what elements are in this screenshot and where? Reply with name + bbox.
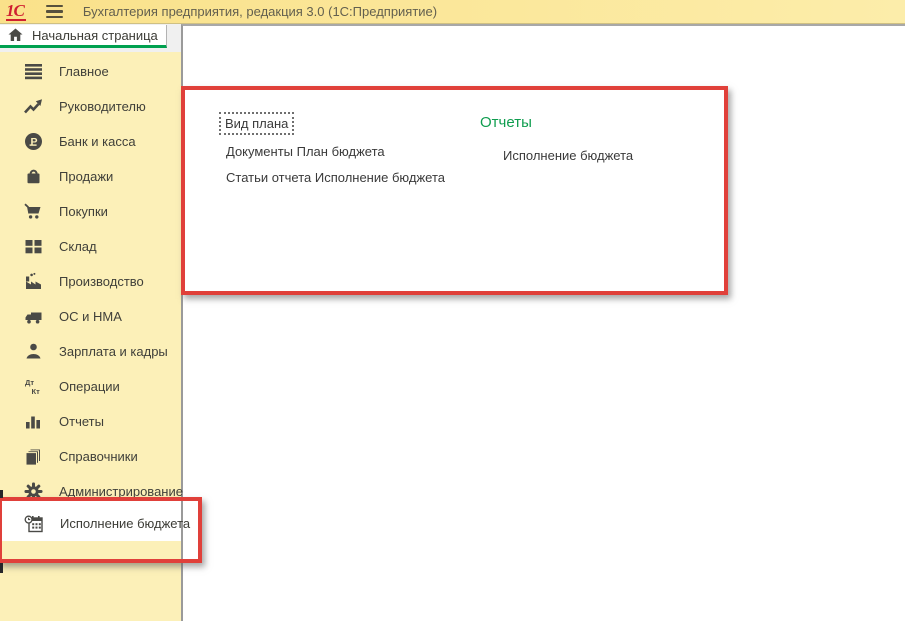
sidebar-item-label: Покупки	[59, 204, 108, 219]
reports-section-title: Отчеты	[480, 114, 532, 131]
sidebar-item-label: Справочники	[59, 449, 138, 464]
menu-lines-icon	[25, 64, 42, 80]
sidebar-item-label: Продажи	[59, 169, 114, 184]
sidebar-item-spravochniki[interactable]: Справочники	[0, 439, 181, 474]
sidebar-item-label: Производство	[59, 274, 144, 289]
person-icon	[26, 343, 41, 359]
sidebar-item-zarplata-i-kadry[interactable]: Зарплата и кадры	[0, 334, 181, 369]
sidebar-item-label: Исполнение бюджета	[60, 516, 191, 531]
sidebar-item-otchety[interactable]: Отчеты	[0, 404, 181, 439]
sidebar-item-label: Банк и касса	[59, 134, 136, 149]
bar-chart-icon	[26, 416, 40, 429]
home-icon	[8, 28, 23, 41]
ruble-circle-icon: Р	[25, 133, 42, 150]
tab-home-page[interactable]: Начальная страница	[0, 25, 167, 48]
factory-icon	[26, 272, 41, 289]
sidebar-item-label: Администрирование	[59, 484, 183, 499]
sidebar-item-prodazhi[interactable]: Продажи	[0, 159, 181, 194]
sidebar-item-label: Отчеты	[59, 414, 104, 429]
sidebar-item-sklad[interactable]: Склад	[0, 229, 181, 264]
link-vid-plana[interactable]: Вид плана	[219, 112, 295, 135]
shopping-bag-icon	[27, 169, 40, 184]
1c-logo-icon: 1С	[6, 1, 26, 21]
link-stati-otcheta[interactable]: Статьи отчета Исполнение бюджета	[226, 170, 445, 185]
sidebar-item-label: Зарплата и кадры	[59, 344, 168, 359]
svg-text:Дт: Дт	[25, 378, 34, 387]
sidebar-item-label: Руководителю	[59, 99, 146, 114]
sidebar-item-os-i-nma[interactable]: ОС и НМА	[0, 299, 181, 334]
gear-icon	[24, 482, 43, 501]
link-ispolnenie-byudzheta-report[interactable]: Исполнение бюджета	[503, 148, 633, 163]
application-window: 1С Бухгалтерия предприятия, редакция 3.0…	[0, 0, 905, 621]
sidebar-item-ispolnenie-byudzheta-selected[interactable]: Исполнение бюджета	[0, 501, 190, 541]
link-dokumenty-plan-byudzheta[interactable]: Документы План бюджета	[226, 144, 385, 159]
sidebar-item-label: Склад	[59, 239, 97, 254]
truck-icon	[25, 312, 42, 324]
sidebar-item-bank-i-kassa[interactable]: Р Банк и касса	[0, 124, 181, 159]
sidebar-item-proizvodstvo[interactable]: Производство	[0, 264, 181, 299]
sidebar-item-operacii[interactable]: Дт Кт Операции	[0, 369, 181, 404]
annotation-edge-mark	[0, 563, 3, 573]
sidebar-item-rukovoditelyu[interactable]: Руководителю	[0, 89, 181, 124]
tab-home-label: Начальная страница	[32, 27, 158, 43]
sidebar-item-pokupki[interactable]: Покупки	[0, 194, 181, 229]
annotation-edge-mark	[0, 490, 3, 498]
sidebar-item-label: Главное	[59, 64, 109, 79]
warehouse-grid-icon	[25, 240, 42, 254]
catalogs-icon	[25, 448, 41, 466]
svg-text:Р: Р	[30, 136, 37, 148]
svg-text:Кт: Кт	[32, 387, 41, 396]
top-bar: 1С Бухгалтерия предприятия, редакция 3.0…	[0, 0, 905, 24]
sidebar-item-label: Операции	[59, 379, 120, 394]
trend-arrow-icon	[24, 99, 42, 114]
sidebar-item-label: ОС и НМА	[59, 309, 122, 324]
shopping-cart-icon	[24, 203, 41, 219]
window-title: Бухгалтерия предприятия, редакция 3.0 (1…	[82, 4, 438, 19]
budget-calendar-icon	[24, 515, 43, 532]
main-menu-hamburger-icon[interactable]	[45, 5, 63, 18]
debit-credit-icon: Дт Кт	[25, 378, 41, 396]
sidebar-item-glavnoe[interactable]: Главное	[0, 54, 181, 89]
